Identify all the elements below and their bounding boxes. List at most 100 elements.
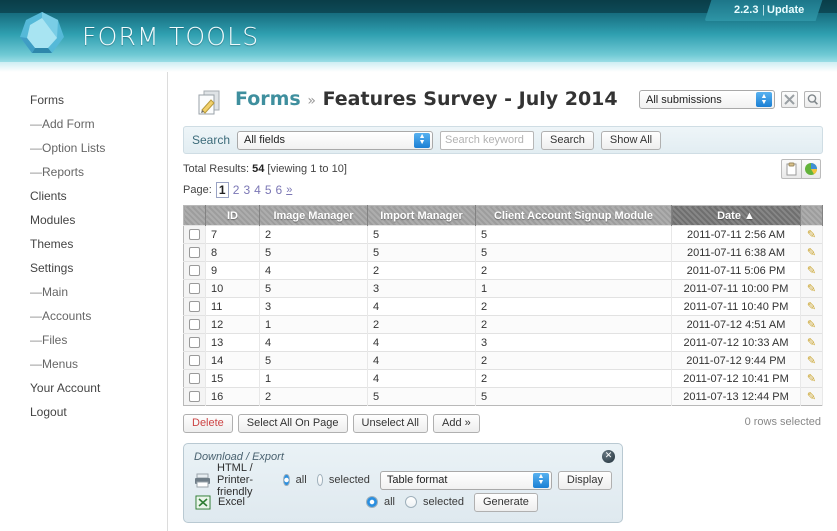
search-field-select[interactable]: All fields ▲ ▼ — [237, 130, 434, 150]
clipboard-icon[interactable] — [781, 159, 801, 179]
row-checkbox-cell[interactable] — [183, 297, 206, 316]
page-link-1[interactable]: 1 — [215, 182, 229, 198]
sidebar-item-logout[interactable]: Logout — [0, 400, 167, 424]
pencil-icon[interactable]: ✎ — [807, 229, 816, 241]
select-all-on-page-button[interactable]: Select All On Page — [237, 413, 348, 433]
magnifier-icon[interactable] — [804, 91, 821, 108]
table-row[interactable]: 10 5 3 1 2011-07-11 10:00 PM ✎ — [183, 279, 823, 298]
pencil-icon[interactable]: ✎ — [807, 247, 816, 259]
sidebar-item-your-account[interactable]: Your Account — [0, 376, 167, 400]
row-edit-cell[interactable]: ✎ — [800, 225, 823, 244]
search-button[interactable]: Search — [541, 130, 594, 150]
row-checkbox[interactable] — [189, 283, 200, 295]
page-link-4[interactable]: 4 — [254, 183, 261, 197]
export-scope-selected-radio[interactable] — [405, 496, 418, 508]
page-next-link[interactable]: » — [286, 184, 292, 196]
sidebar-item-files[interactable]: — Files — [0, 328, 167, 352]
table-row[interactable]: 7 2 5 5 2011-07-11 2:56 AM ✎ — [183, 225, 823, 244]
pencil-icon[interactable]: ✎ — [807, 265, 816, 277]
generate-button[interactable]: Generate — [474, 492, 538, 512]
sidebar-item-add-form[interactable]: — Add Form — [0, 112, 167, 136]
table-row[interactable]: 13 4 4 3 2011-07-12 10:33 AM ✎ — [183, 333, 823, 352]
pie-chart-icon[interactable] — [801, 159, 821, 179]
submission-view-select[interactable]: All submissions ▲ ▼ — [639, 90, 775, 109]
row-checkbox[interactable] — [189, 319, 200, 331]
table-row[interactable]: 12 1 2 2 2011-07-12 4:51 AM ✎ — [183, 315, 823, 334]
column-header-client-account[interactable]: Client Account Signup Module — [475, 205, 672, 226]
sidebar-item-modules[interactable]: Modules — [0, 208, 167, 232]
table-row[interactable]: 9 4 2 2 2011-07-11 5:06 PM ✎ — [183, 261, 823, 280]
show-all-button[interactable]: Show All — [600, 130, 662, 150]
sidebar-item-reports[interactable]: — Reports — [0, 160, 167, 184]
column-header-id[interactable]: ID — [205, 205, 260, 226]
wrench-cross-icon[interactable] — [781, 91, 798, 108]
table-row[interactable]: 16 2 5 5 2011-07-13 12:44 PM ✎ — [183, 387, 823, 406]
row-checkbox[interactable] — [189, 301, 200, 313]
sidebar-item-settings[interactable]: Settings — [0, 256, 167, 280]
row-checkbox-cell[interactable] — [183, 261, 206, 280]
column-header-import-manager[interactable]: Import Manager — [367, 205, 476, 226]
sidebar-item-menus[interactable]: — Menus — [0, 352, 167, 376]
sidebar-item-accounts[interactable]: — Accounts — [0, 304, 167, 328]
export-scope-selected-radio[interactable] — [316, 474, 323, 486]
breadcrumb-forms[interactable]: Forms — [235, 88, 301, 110]
export-scope-all-radio[interactable] — [283, 474, 290, 486]
sidebar-item-main[interactable]: — Main — [0, 280, 167, 304]
unselect-all-button[interactable]: Unselect All — [352, 413, 429, 433]
search-input[interactable] — [440, 130, 535, 150]
pencil-icon[interactable]: ✎ — [807, 283, 816, 295]
row-checkbox-cell[interactable] — [183, 315, 206, 334]
row-edit-cell[interactable]: ✎ — [800, 333, 823, 352]
column-header-image-manager[interactable]: Image Manager — [259, 205, 368, 226]
page-link-5[interactable]: 5 — [265, 183, 272, 197]
pencil-icon[interactable]: ✎ — [807, 391, 816, 403]
pencil-icon[interactable]: ✎ — [807, 337, 816, 349]
sidebar-item-option-lists[interactable]: — Option Lists — [0, 136, 167, 160]
table-row[interactable]: 15 1 4 2 2011-07-12 10:41 PM ✎ — [183, 369, 823, 388]
row-edit-cell[interactable]: ✎ — [800, 279, 823, 298]
column-header-checkbox[interactable] — [183, 205, 206, 226]
pencil-icon[interactable]: ✎ — [807, 373, 816, 385]
update-link[interactable]: Update — [768, 0, 805, 21]
sidebar-item-clients[interactable]: Clients — [0, 184, 167, 208]
add-button[interactable]: Add » — [433, 413, 480, 433]
row-edit-cell[interactable]: ✎ — [800, 297, 823, 316]
row-checkbox[interactable] — [189, 373, 200, 385]
row-checkbox[interactable] — [189, 391, 200, 403]
row-checkbox-cell[interactable] — [183, 279, 206, 298]
pencil-icon[interactable]: ✎ — [807, 355, 816, 367]
table-row[interactable]: 8 5 5 5 2011-07-11 6:38 AM ✎ — [183, 243, 823, 262]
table-row[interactable]: 14 5 4 2 2011-07-12 9:44 PM ✎ — [183, 351, 823, 370]
row-checkbox[interactable] — [189, 229, 200, 241]
row-checkbox-cell[interactable] — [183, 333, 206, 352]
delete-button[interactable]: Delete — [183, 413, 233, 433]
row-checkbox-cell[interactable] — [183, 387, 206, 406]
pencil-icon[interactable]: ✎ — [807, 319, 816, 331]
table-row[interactable]: 11 3 4 2 2011-07-11 10:40 PM ✎ — [183, 297, 823, 316]
row-edit-cell[interactable]: ✎ — [800, 243, 823, 262]
row-checkbox-cell[interactable] — [183, 243, 206, 262]
page-link-6[interactable]: 6 — [276, 183, 283, 197]
export-scope-all-radio[interactable] — [366, 496, 378, 508]
export-table-format-select[interactable]: Table format ▲ ▼ — [379, 470, 552, 490]
row-checkbox[interactable] — [189, 337, 200, 349]
row-edit-cell[interactable]: ✎ — [800, 351, 823, 370]
column-header-date[interactable]: Date ▲ — [671, 205, 801, 226]
row-edit-cell[interactable]: ✎ — [800, 369, 823, 388]
row-checkbox-cell[interactable] — [183, 351, 206, 370]
row-checkbox-cell[interactable] — [183, 225, 206, 244]
row-edit-cell[interactable]: ✎ — [800, 315, 823, 334]
close-icon[interactable]: ✕ — [602, 450, 615, 463]
sidebar-item-themes[interactable]: Themes — [0, 232, 167, 256]
version-update-tab[interactable]: 2.2.3 | Update — [704, 0, 823, 21]
display-button[interactable]: Display — [557, 470, 612, 490]
row-edit-cell[interactable]: ✎ — [800, 387, 823, 406]
row-checkbox[interactable] — [189, 265, 200, 277]
row-checkbox[interactable] — [189, 355, 200, 367]
page-link-2[interactable]: 2 — [233, 183, 240, 197]
page-link-3[interactable]: 3 — [243, 183, 250, 197]
row-checkbox-cell[interactable] — [183, 369, 206, 388]
pencil-icon[interactable]: ✎ — [807, 301, 816, 313]
row-checkbox[interactable] — [189, 247, 200, 259]
sidebar-item-forms[interactable]: Forms — [0, 88, 167, 112]
